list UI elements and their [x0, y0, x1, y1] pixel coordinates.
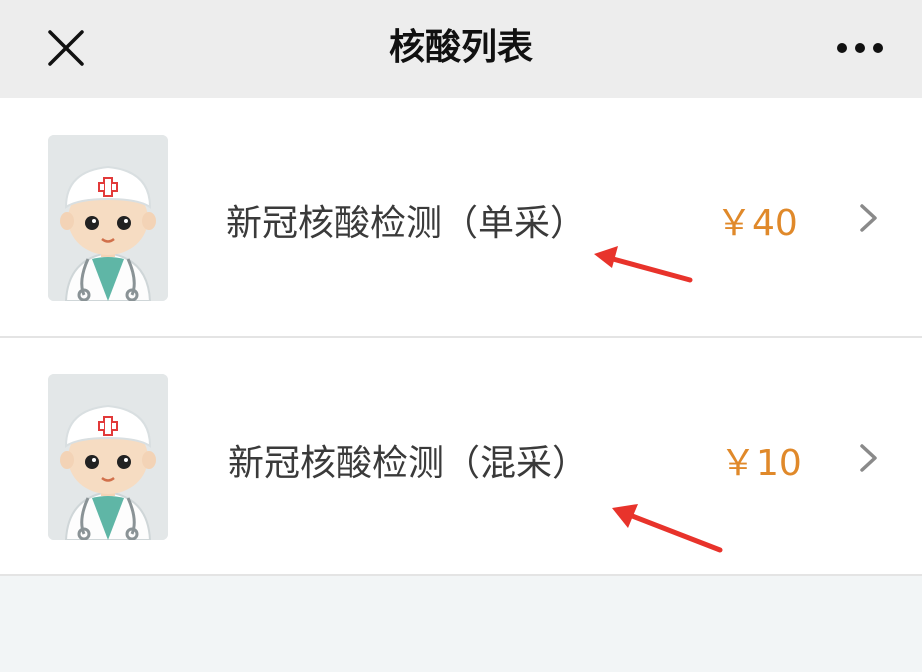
doctor-avatar-icon	[48, 374, 168, 540]
page-title: 核酸列表	[388, 27, 533, 68]
list-item-single-sample[interactable]: 新冠核酸检测（单采） ￥40	[0, 98, 922, 338]
doctor-avatar-icon	[48, 135, 168, 301]
list-item-pooled-sample[interactable]: 新冠核酸检测（混采） ￥10	[0, 338, 922, 576]
chevron-right-icon	[860, 444, 877, 472]
item-name: 新冠核酸检测（混采）	[228, 443, 589, 484]
item-price: ￥10	[720, 443, 802, 484]
nav-bar: 核酸列表	[0, 0, 922, 98]
item-name: 新冠核酸检测（单采）	[226, 203, 587, 244]
more-dots-icon	[837, 43, 883, 53]
item-price: ￥40	[716, 203, 798, 244]
more-button[interactable]	[832, 32, 888, 64]
doctor-avatar	[48, 374, 168, 540]
test-list: 新冠核酸检测（单采） ￥40 新冠核酸检测（混采） ￥10	[0, 98, 922, 576]
chevron-right-icon	[860, 204, 877, 232]
doctor-avatar	[48, 135, 168, 301]
